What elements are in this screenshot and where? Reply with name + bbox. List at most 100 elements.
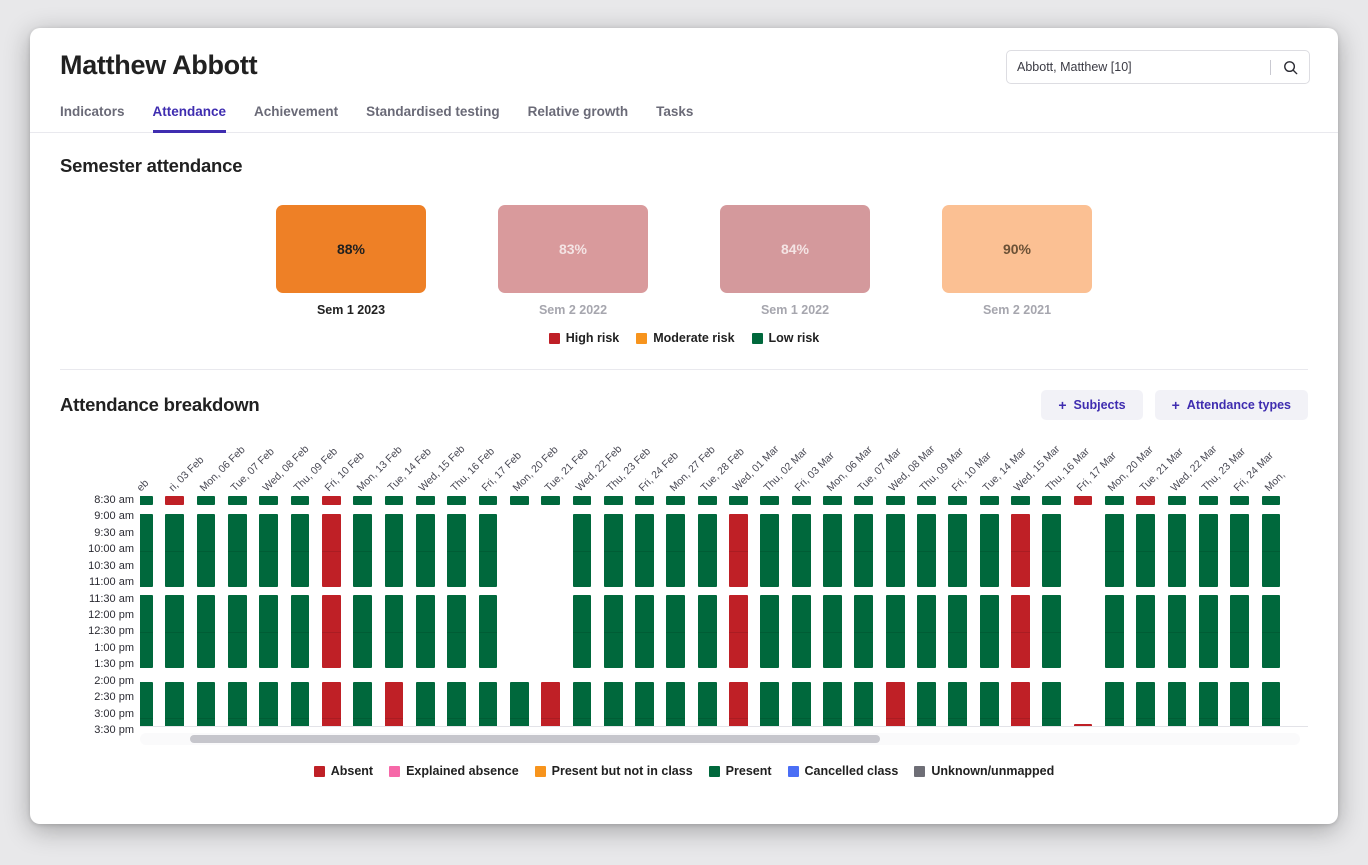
attendance-bar[interactable] (635, 595, 654, 668)
attendance-bar[interactable] (447, 496, 466, 505)
semester-card-value-box[interactable]: 83% (498, 205, 648, 293)
tab-indicators[interactable]: Indicators (60, 104, 125, 133)
attendance-bar[interactable] (697, 595, 717, 668)
attendance-bar[interactable] (1167, 496, 1187, 505)
attendance-bar[interactable] (666, 682, 686, 726)
tab-attendance[interactable]: Attendance (152, 104, 227, 133)
attendance-bar[interactable] (760, 682, 780, 726)
attendance-bar[interactable] (760, 514, 780, 587)
attendance-bar[interactable] (1261, 595, 1281, 668)
attendance-bar[interactable] (415, 682, 435, 726)
attendance-bar[interactable] (729, 682, 748, 726)
add-subjects-button[interactable]: + Subjects (1041, 390, 1143, 420)
semester-card-value-box[interactable]: 88% (276, 205, 426, 293)
attendance-bar[interactable] (227, 595, 247, 668)
attendance-bar[interactable] (1230, 682, 1250, 726)
attendance-bar[interactable] (917, 496, 936, 505)
attendance-bar[interactable] (478, 595, 498, 668)
attendance-bar[interactable] (917, 595, 936, 668)
attendance-bar[interactable] (227, 682, 247, 726)
attendance-chart[interactable]: eb ri, 03 Feb Mon, 06 Feb Tue, 07 Feb Wed, 0… (60, 434, 1308, 754)
attendance-bar[interactable] (140, 496, 153, 505)
attendance-bar[interactable] (415, 514, 435, 587)
attendance-bar[interactable] (509, 496, 529, 505)
attendance-bar[interactable] (259, 496, 279, 505)
attendance-bar[interactable] (823, 496, 842, 505)
attendance-bar[interactable] (1042, 514, 1062, 587)
attendance-bar[interactable] (760, 496, 780, 505)
attendance-bar[interactable] (259, 682, 279, 726)
attendance-bar[interactable] (290, 682, 310, 726)
attendance-bar[interactable] (791, 514, 811, 587)
semester-card-value-box[interactable]: 90% (942, 205, 1092, 293)
attendance-bar[interactable] (729, 514, 748, 587)
attendance-bar[interactable] (885, 595, 905, 668)
attendance-bar[interactable] (635, 682, 654, 726)
attendance-bar[interactable] (572, 496, 592, 505)
attendance-bar[interactable] (227, 514, 247, 587)
attendance-bar[interactable] (823, 595, 842, 668)
attendance-bar[interactable] (384, 514, 404, 587)
attendance-bar[interactable] (885, 682, 905, 726)
attendance-bar[interactable] (572, 514, 592, 587)
attendance-bar[interactable] (196, 514, 216, 587)
attendance-bar[interactable] (1167, 682, 1187, 726)
attendance-bar[interactable] (979, 496, 999, 505)
attendance-bar[interactable] (885, 496, 905, 505)
attendance-bar[interactable] (321, 595, 341, 668)
attendance-bar[interactable] (979, 595, 999, 668)
attendance-bar[interactable] (541, 682, 560, 726)
attendance-bar[interactable] (1136, 496, 1156, 505)
attendance-bar[interactable] (478, 682, 498, 726)
attendance-bar[interactable] (321, 514, 341, 587)
attendance-bar[interactable] (1011, 514, 1030, 587)
attendance-bar[interactable] (447, 595, 466, 668)
attendance-bar[interactable] (697, 682, 717, 726)
attendance-bar[interactable] (572, 682, 592, 726)
attendance-bar[interactable] (353, 595, 373, 668)
attendance-bar[interactable] (635, 496, 654, 505)
attendance-bar[interactable] (791, 682, 811, 726)
chart-plot-area[interactable] (140, 496, 1308, 726)
attendance-bar[interactable] (666, 514, 686, 587)
attendance-bar[interactable] (948, 595, 968, 668)
attendance-bar[interactable] (1198, 514, 1218, 587)
attendance-bar[interactable] (1073, 496, 1093, 505)
student-search-box[interactable]: Abbott, Matthew [10] (1006, 50, 1310, 84)
attendance-bar[interactable] (165, 595, 185, 668)
attendance-bar[interactable] (854, 682, 874, 726)
attendance-bar[interactable] (979, 682, 999, 726)
attendance-bar[interactable] (259, 595, 279, 668)
attendance-bar[interactable] (603, 496, 623, 505)
attendance-bar[interactable] (140, 595, 153, 668)
attendance-bar[interactable] (1261, 496, 1281, 505)
attendance-bar[interactable] (1105, 595, 1124, 668)
search-input[interactable]: Abbott, Matthew [10] (1007, 60, 1270, 74)
attendance-bar[interactable] (1198, 496, 1218, 505)
attendance-bar[interactable] (791, 496, 811, 505)
attendance-bar[interactable] (447, 514, 466, 587)
attendance-bar[interactable] (290, 595, 310, 668)
attendance-bar[interactable] (666, 595, 686, 668)
attendance-bar[interactable] (666, 496, 686, 505)
attendance-bar[interactable] (1042, 496, 1062, 505)
attendance-bar[interactable] (415, 595, 435, 668)
attendance-bar[interactable] (1198, 595, 1218, 668)
attendance-bar[interactable] (1261, 514, 1281, 587)
attendance-bar[interactable] (478, 496, 498, 505)
attendance-bar[interactable] (823, 514, 842, 587)
attendance-bar[interactable] (635, 514, 654, 587)
attendance-bar[interactable] (948, 682, 968, 726)
attendance-bar[interactable] (1042, 682, 1062, 726)
attendance-bar[interactable] (1136, 682, 1156, 726)
attendance-bar[interactable] (509, 682, 529, 726)
attendance-bar[interactable] (321, 496, 341, 505)
attendance-bar[interactable] (1105, 496, 1124, 505)
attendance-bar[interactable] (1230, 595, 1250, 668)
attendance-bar[interactable] (140, 514, 153, 587)
attendance-bar[interactable] (729, 496, 748, 505)
attendance-bar[interactable] (290, 514, 310, 587)
tab-standardised-testing[interactable]: Standardised testing (366, 104, 500, 133)
attendance-bar[interactable] (1136, 595, 1156, 668)
attendance-bar[interactable] (854, 595, 874, 668)
